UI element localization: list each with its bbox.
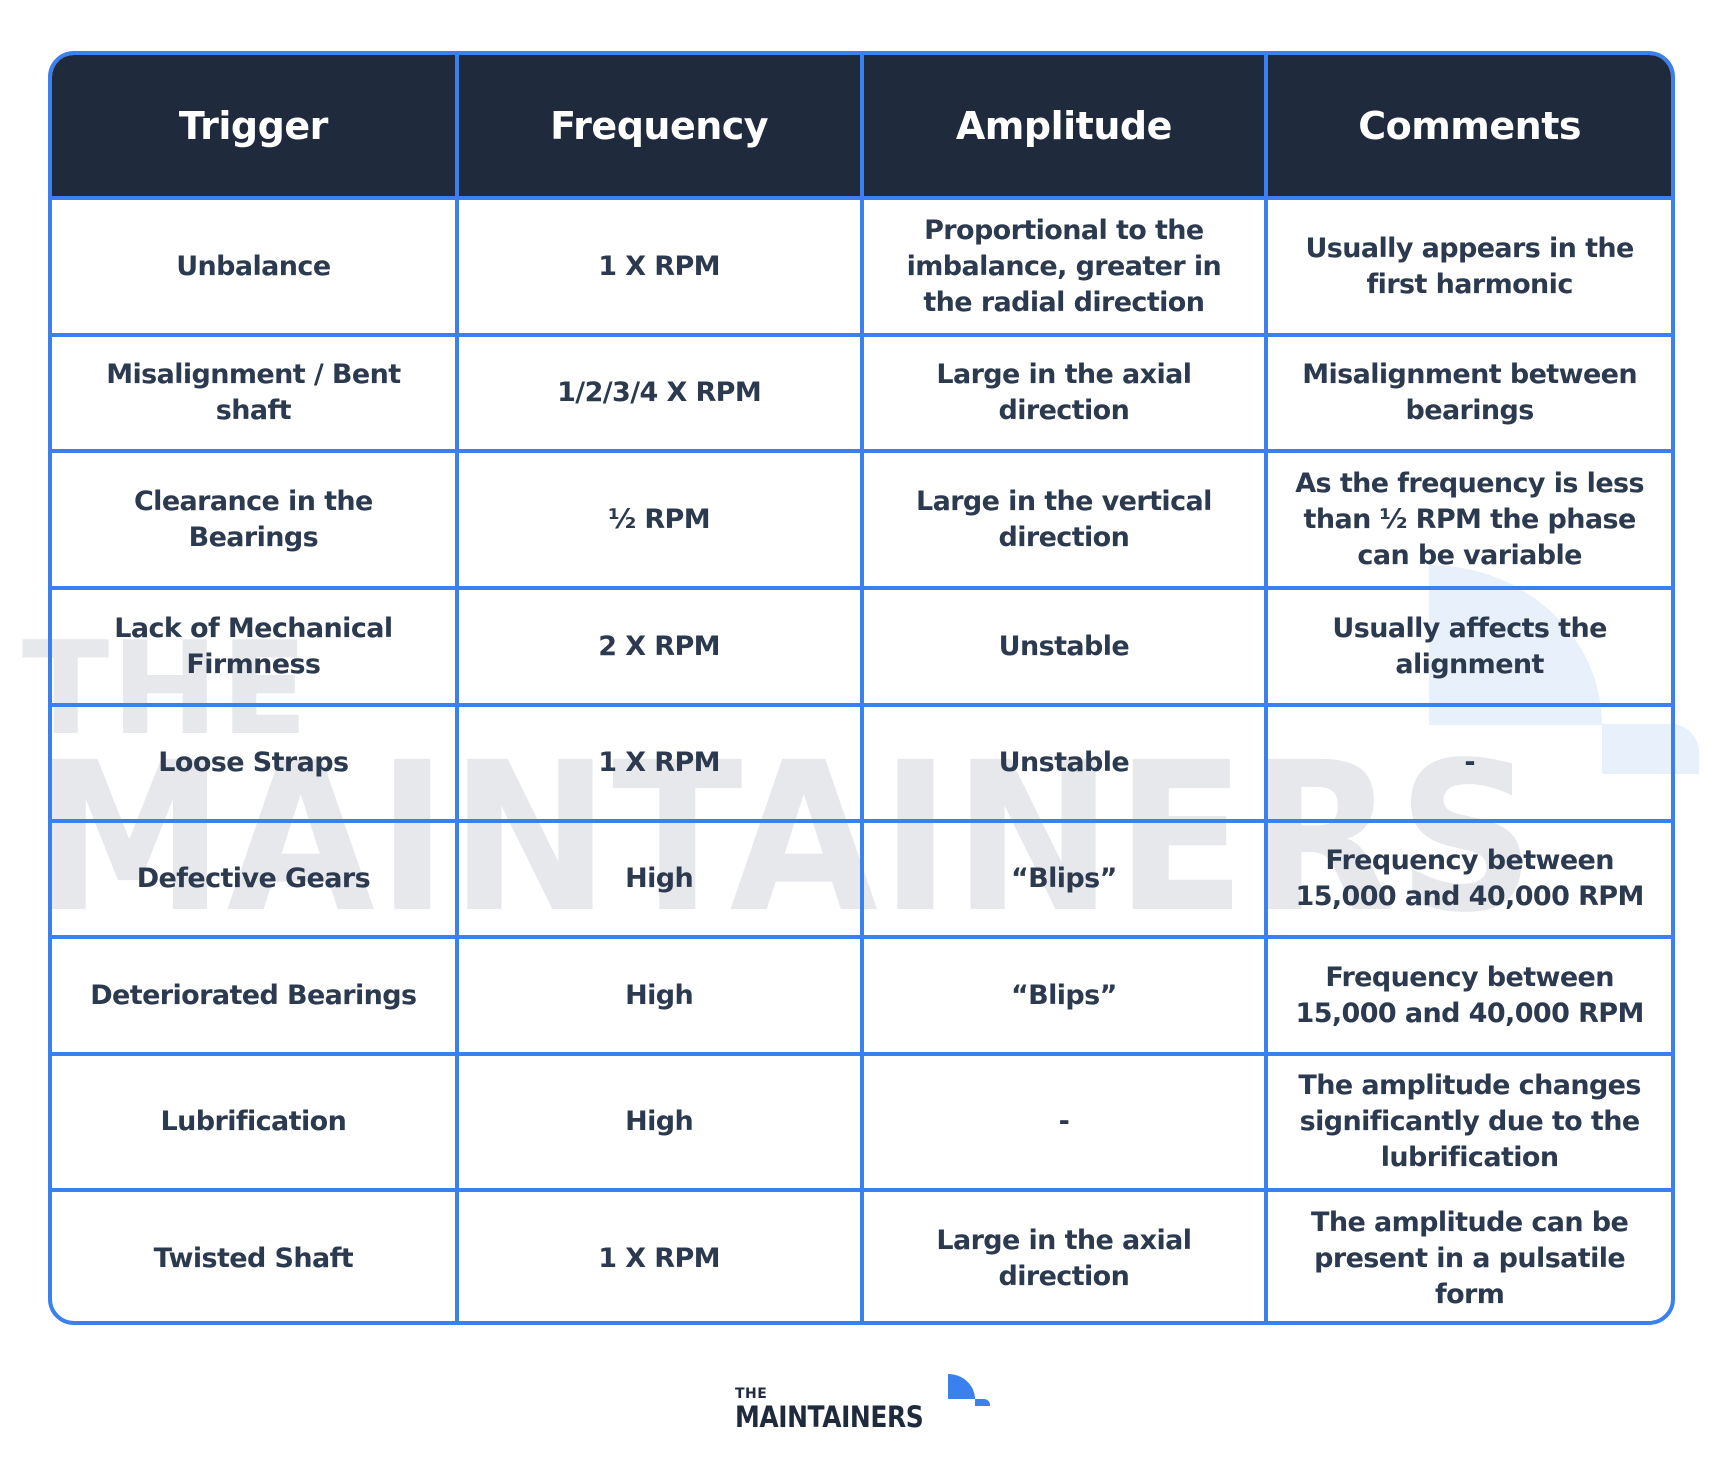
cell-frequency: 1/2/3/4 X RPM	[454, 333, 864, 453]
cell-comments: -	[1264, 703, 1671, 823]
cell-amplitude: Unstable	[859, 586, 1269, 707]
cell-trigger: Lack of Mechanical Firmness	[52, 586, 459, 707]
cell-frequency: High	[454, 819, 864, 939]
cell-frequency: ½ RPM	[454, 449, 864, 590]
vibration-table-container: Trigger Frequency Amplitude Comments Unb…	[48, 51, 1675, 1325]
cell-trigger: Unbalance	[52, 196, 459, 337]
cell-frequency: 1 X RPM	[454, 196, 864, 337]
cell-amplitude: Large in the axial direction	[859, 1188, 1269, 1321]
cell-amplitude: Large in the vertical direction	[859, 449, 1269, 590]
cell-trigger: Loose Straps	[52, 703, 459, 823]
header-comments: Comments	[1264, 55, 1671, 200]
cell-frequency: 1 X RPM	[454, 1188, 864, 1321]
cell-amplitude: Large in the axial direction	[859, 333, 1269, 453]
cell-comments: Frequency between 15,000 and 40,000 RPM	[1264, 819, 1671, 939]
cell-comments: Misalignment between bearings	[1264, 333, 1671, 453]
logo-tab-icon	[975, 1399, 990, 1406]
cell-frequency: High	[454, 1052, 864, 1192]
cell-amplitude: “Blips”	[859, 935, 1269, 1056]
cell-frequency: High	[454, 935, 864, 1056]
cell-comments: Usually appears in the first harmonic	[1264, 196, 1671, 337]
cell-trigger: Deteriorated Bearings	[52, 935, 459, 1056]
cell-trigger: Clearance in the Bearings	[52, 449, 459, 590]
cell-amplitude: Unstable	[859, 703, 1269, 823]
vibration-diagnosis-table: Trigger Frequency Amplitude Comments Unb…	[52, 55, 1671, 1321]
header-row: Trigger Frequency Amplitude Comments	[52, 55, 1671, 200]
cell-trigger: Lubrification	[52, 1052, 459, 1192]
table-row: Lack of Mechanical Firmness 2 X RPM Unst…	[52, 586, 1671, 707]
cell-comments: The amplitude changes significantly due …	[1264, 1052, 1671, 1192]
table-row: Deteriorated Bearings High “Blips” Frequ…	[52, 935, 1671, 1056]
header-amplitude: Amplitude	[859, 55, 1269, 200]
cell-comments: Frequency between 15,000 and 40,000 RPM	[1264, 935, 1671, 1056]
cell-trigger: Defective Gears	[52, 819, 459, 939]
cell-amplitude: “Blips”	[859, 819, 1269, 939]
table-row: Twisted Shaft 1 X RPM Large in the axial…	[52, 1188, 1671, 1321]
footer-logo: THE MAINTAINERS	[735, 1372, 995, 1434]
cell-frequency: 2 X RPM	[454, 586, 864, 707]
header-frequency: Frequency	[454, 55, 864, 200]
cell-comments: Usually affects the alignment	[1264, 586, 1671, 707]
cell-trigger: Misalignment / Bent shaft	[52, 333, 459, 453]
header-trigger: Trigger	[52, 55, 459, 200]
cell-amplitude: Proportional to the imbalance, greater i…	[859, 196, 1269, 337]
table-row: Clearance in the Bearings ½ RPM Large in…	[52, 449, 1671, 590]
cell-comments: The amplitude can be present in a pulsat…	[1264, 1188, 1671, 1321]
cell-comments: As the frequency is less than ½ RPM the …	[1264, 449, 1671, 590]
logo-text-maintainers: MAINTAINERS	[735, 1400, 924, 1434]
table-row: Loose Straps 1 X RPM Unstable -	[52, 703, 1671, 823]
table-row: Misalignment / Bent shaft 1/2/3/4 X RPM …	[52, 333, 1671, 453]
cell-trigger: Twisted Shaft	[52, 1188, 459, 1321]
table-row: Lubrification High - The amplitude chang…	[52, 1052, 1671, 1192]
cell-frequency: 1 X RPM	[454, 703, 864, 823]
table-row: Defective Gears High “Blips” Frequency b…	[52, 819, 1671, 939]
cell-amplitude: -	[859, 1052, 1269, 1192]
logo-quarter-circle-icon	[948, 1374, 975, 1399]
table-row: Unbalance 1 X RPM Proportional to the im…	[52, 196, 1671, 337]
